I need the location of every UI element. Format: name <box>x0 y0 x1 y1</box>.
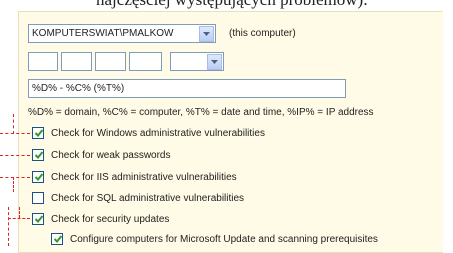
callout-line <box>0 133 30 134</box>
option-security-updates[interactable]: Check for security updates <box>32 211 169 227</box>
this-computer-note: (this computer) <box>229 28 296 39</box>
checkbox-icon[interactable] <box>32 171 44 183</box>
report-name-input[interactable]: %D% - %C% (%T%) <box>28 79 346 98</box>
callout-line <box>19 207 20 218</box>
option-weak-passwords[interactable]: Check for weak passwords <box>32 147 171 163</box>
computer-name-value: KOMPUTERSWIAT\PMALKOW <box>32 28 174 39</box>
option-label: Check for SQL administrative vulnerabili… <box>51 192 245 204</box>
callout-line <box>8 218 30 219</box>
option-label: Check for weak passwords <box>51 149 171 161</box>
page-caption: najczęściej występujących problemów): <box>96 0 453 9</box>
option-label: Configure computers for Microsoft Update… <box>70 233 378 245</box>
callout-line <box>13 177 14 192</box>
ip-octet-4-input[interactable] <box>129 52 162 71</box>
computer-name-select[interactable]: KOMPUTERSWIAT\PMALKOW <box>28 24 216 43</box>
ip-octet-2-input[interactable] <box>61 52 92 71</box>
option-iis-vulnerabilities[interactable]: Check for IIS administrative vulnerabili… <box>32 169 237 185</box>
callout-line <box>0 155 30 156</box>
callout-line <box>0 177 30 178</box>
chevron-down-icon[interactable] <box>199 26 214 42</box>
chevron-down-icon[interactable] <box>207 54 222 70</box>
checkbox-icon[interactable] <box>32 213 44 225</box>
option-label: Check for Windows administrative vulnera… <box>51 127 265 139</box>
option-windows-vulnerabilities[interactable]: Check for Windows administrative vulnera… <box>32 125 265 141</box>
report-name-value: %D% - %C% (%T%) <box>32 83 125 94</box>
option-label: Check for security updates <box>51 213 170 225</box>
option-label: Check for IIS administrative vulnerabili… <box>51 171 237 183</box>
checkbox-icon[interactable] <box>32 149 44 161</box>
checkbox-icon[interactable] <box>32 192 44 204</box>
callout-line <box>13 114 14 134</box>
callout-line <box>8 207 9 246</box>
checkbox-icon[interactable] <box>51 233 63 245</box>
ip-octet-1-input[interactable] <box>28 52 58 71</box>
option-microsoft-update-prereqs[interactable]: Configure computers for Microsoft Update… <box>51 231 378 247</box>
checkbox-icon[interactable] <box>32 127 44 139</box>
ip-octet-3-input[interactable] <box>95 52 126 71</box>
option-sql-vulnerabilities[interactable]: Check for SQL administrative vulnerabili… <box>32 190 244 206</box>
variables-legend: %D% = domain, %C% = computer, %T% = date… <box>28 107 374 118</box>
ip-range-select[interactable] <box>170 52 224 71</box>
